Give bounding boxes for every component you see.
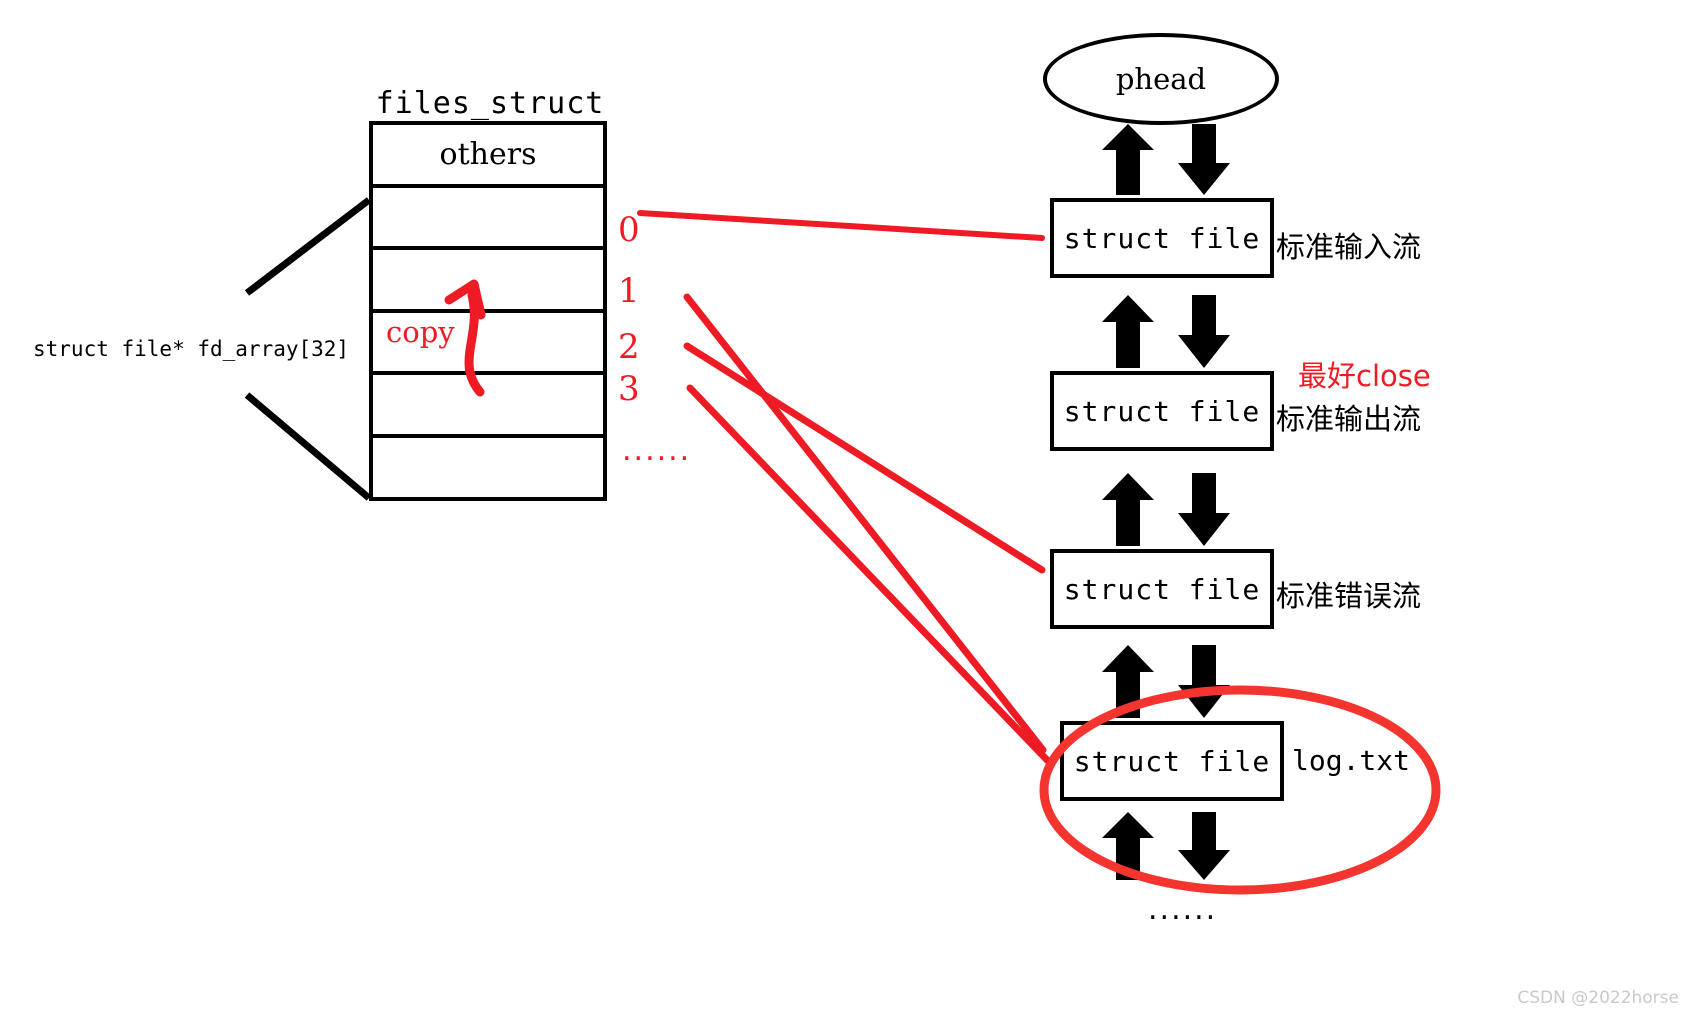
fd-index-1: 1: [618, 271, 640, 311]
table-row: [373, 438, 603, 501]
fd-line-0: [637, 210, 1045, 241]
file-node-stdout-caption: 标准输出流: [1276, 402, 1422, 436]
connector-layer: [244, 124, 1230, 880]
link-arrows-file3-tail: [1102, 812, 1230, 880]
table-row: [373, 188, 603, 250]
files-struct-table: others: [369, 121, 607, 501]
file-node-logtxt-caption: log.txt: [1292, 744, 1411, 777]
table-row: [373, 375, 603, 438]
fd-line-1: [683, 293, 1047, 754]
row-label: others: [439, 136, 537, 172]
file-node-label: struct file: [1063, 572, 1261, 606]
file-node-stdout: struct file: [1050, 371, 1274, 451]
fd-array-brace-upper: [244, 197, 372, 296]
file-node-label: struct file: [1063, 394, 1261, 428]
list-tail-ellipsis: ......: [1148, 892, 1218, 927]
link-arrows-file1-file2: [1102, 473, 1230, 546]
fd-index-3: 3: [618, 369, 640, 409]
close-advice-note: 最好close: [1298, 359, 1431, 393]
copy-annotation: copy: [386, 315, 455, 349]
file-node-logtxt: struct file: [1060, 721, 1284, 801]
table-row: others: [373, 125, 603, 188]
watermark: CSDN @2022horse: [1517, 988, 1679, 1008]
link-arrows-file2-file3: [1102, 645, 1230, 718]
fd-array-brace-lower: [244, 392, 372, 501]
fd-line-3: [686, 384, 1052, 765]
link-arrows-file0-file1: [1102, 295, 1230, 368]
file-node-label: struct file: [1063, 221, 1261, 255]
fd-index-0: 0: [618, 210, 640, 250]
highlight-layer: [1039, 685, 1441, 895]
link-arrows-phead-file0: [1102, 124, 1230, 195]
files-struct-title: files_struct: [375, 86, 605, 121]
phead-node: phead: [1043, 33, 1279, 125]
file-node-stdin-caption: 标准输入流: [1276, 230, 1422, 264]
fd-index-ellipsis: ......: [622, 433, 692, 468]
fd-line-2: [683, 342, 1046, 574]
fd-index-2: 2: [618, 327, 640, 367]
file-node-stderr-caption: 标准错误流: [1276, 579, 1422, 613]
fd-array-annotation: struct file* fd_array[32]: [33, 337, 350, 361]
file-node-label: struct file: [1073, 744, 1271, 778]
table-row: [373, 250, 603, 313]
diagram-canvas: files_struct others struct file* fd_arra…: [0, 0, 1691, 1014]
phead-label: phead: [1115, 62, 1207, 96]
file-node-stderr: struct file: [1050, 549, 1274, 629]
file-node-stdin: struct file: [1050, 198, 1274, 278]
